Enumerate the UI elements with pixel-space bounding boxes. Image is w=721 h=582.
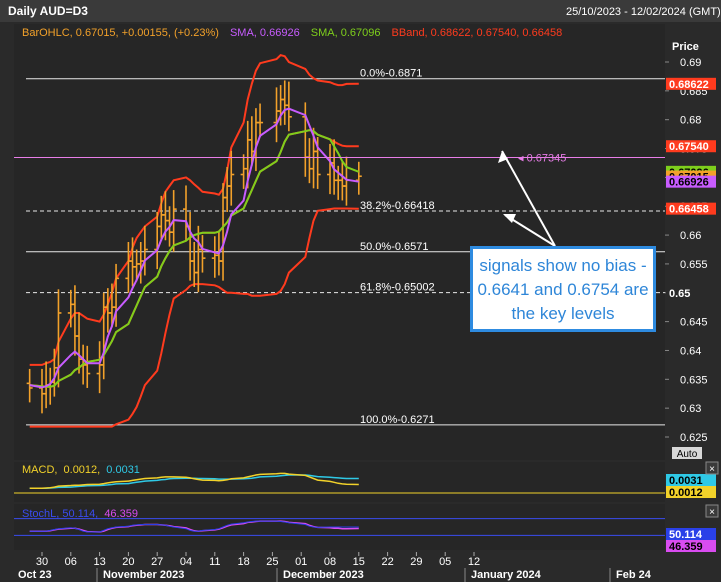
price-tick-label: 0.645 [680,317,708,329]
price-plot-area[interactable] [14,24,665,460]
legend-bband: BBand, 0.68622, 0.67540, 0.66458 [392,27,563,39]
price-tag-label: 0.65 [669,288,690,300]
time-tick-label: 27 [151,556,163,568]
time-tick-label: 01 [295,556,307,568]
time-tick-label: 13 [93,556,105,568]
auto-button[interactable]: Auto [672,447,702,460]
price-tick-label: 0.69 [680,57,701,69]
svg-text:×: × [709,464,715,475]
time-tick-label: 18 [237,556,249,568]
price-tick-label: 0.635 [680,374,708,386]
macd-tag-label: 0.0012 [669,487,703,499]
window-title: Daily AUD=D3 [8,4,88,18]
macd-tag: 0.0012 [666,486,716,499]
legend-bar: BarOHLC, 0.67015, +0.00155, (+0.23%) [22,27,219,39]
time-month-label: December 2023 [283,569,364,581]
time-tick-label: 05 [439,556,451,568]
time-month-label: November 2023 [103,569,184,581]
resistance-label: ◂ 0.67345 [518,152,566,164]
svg-text:Auto: Auto [677,449,698,460]
close-icon[interactable]: × [705,461,719,475]
price-tag-label: 0.66458 [669,204,709,216]
price-axis-title: Price [672,41,699,53]
price-tick-label: 0.64 [680,345,701,357]
svg-text:×: × [709,507,715,518]
price-tag: 0.66458 [666,202,716,216]
macd-tag-label: 0.0031 [669,475,703,487]
time-tick-label: 29 [410,556,422,568]
time-tick-label: 25 [266,556,278,568]
legend-sma-slow: SMA, 0.67096 [311,27,381,39]
fib-level-label: 61.8%-0.65002 [360,282,435,294]
legend-sma-fast: SMA, 0.66926 [230,27,300,39]
fib-level-label: 50.0%-0.6571 [360,241,429,253]
time-tick-label: 06 [65,556,77,568]
stoch-tag-label: 50.114 [669,529,703,541]
stoch-tag-label: 46.359 [669,541,703,553]
price-tag-label: 0.66926 [669,177,709,189]
price-tag: 0.68622 [666,77,716,91]
annotation-box: signals show no bias - 0.6641 and 0.6754… [470,246,656,332]
time-month-label: January 2024 [471,569,542,581]
time-tick-label: 15 [353,556,365,568]
time-tick-label: 30 [36,556,48,568]
price-tick-label: 0.63 [680,403,701,415]
price-tag: 0.66926 [666,175,716,189]
price-tag: 0.67540 [666,140,716,153]
fib-level-label: 0.0%-0.6871 [360,68,422,80]
price-tag-label: 0.68622 [669,79,709,91]
time-tick-label: 20 [122,556,134,568]
time-tick-label: 08 [324,556,336,568]
time-month-label: Feb 24 [616,569,652,581]
price-tag: 0.65 [666,286,716,300]
stoch-tag: 50.114 [666,528,716,541]
price-tick-label: 0.655 [680,259,708,271]
macd-tag: 0.0031 [666,474,716,487]
time-tick-label: 22 [381,556,393,568]
close-icon[interactable]: × [705,504,719,518]
price-tick-label: 0.66 [680,230,701,242]
fib-level-label: 100.0%-0.6271 [360,414,435,426]
date-range: 25/10/2023 - 12/02/2024 (GMT) [566,6,721,18]
time-tick-label: 04 [180,556,192,568]
time-month-label: Oct 23 [18,569,52,581]
fib-level-label: 38.2%-0.66418 [360,200,435,212]
time-tick-label: 11 [209,556,220,568]
price-tick-label: 0.625 [680,432,708,444]
stoch-tag: 46.359 [666,540,716,553]
stoch-label: StochL, 50.114, 46.359 [22,508,138,520]
price-tick-label: 0.68 [680,115,701,127]
time-tick-label: 12 [468,556,480,568]
macd-label: MACD, 0.0012, 0.0031 [22,464,140,476]
legend-row: BarOHLC, 0.67015, +0.00155, (+0.23%) SMA… [22,27,562,39]
price-tag-label: 0.67540 [669,141,709,153]
